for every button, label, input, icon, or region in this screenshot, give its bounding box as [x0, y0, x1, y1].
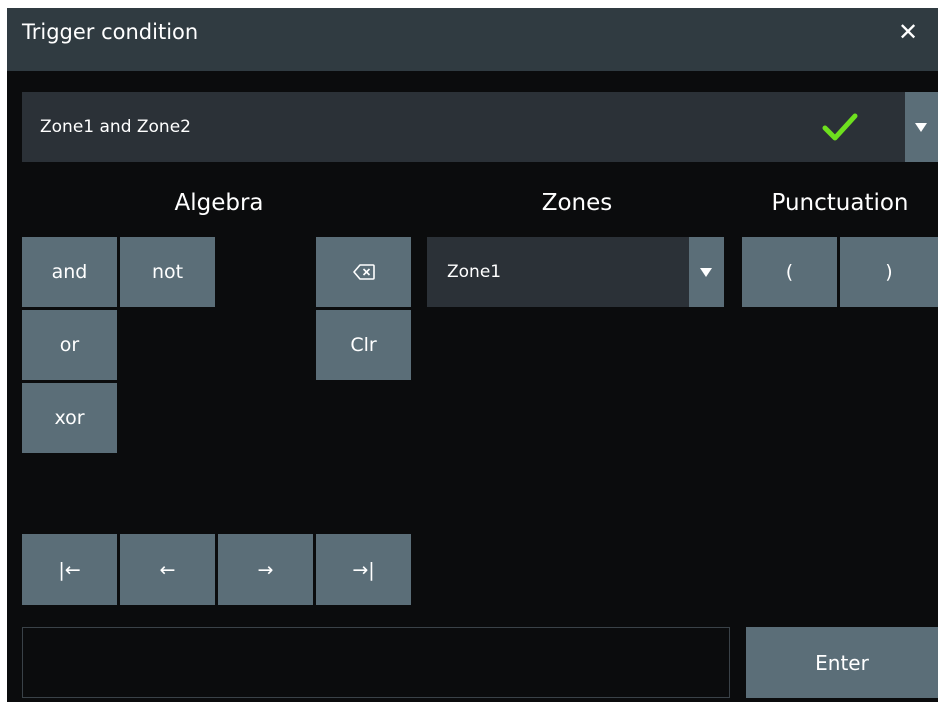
zone-select-value: Zone1 [447, 262, 502, 282]
not-button[interactable]: not [120, 237, 215, 307]
trigger-condition-dialog: Trigger condition ✕ Zone1 and Zone2 Alge… [7, 8, 938, 702]
cursor-right-button[interactable]: → [218, 534, 313, 605]
zone-select-dropdown[interactable] [689, 237, 724, 307]
backspace-button[interactable] [316, 237, 411, 307]
close-paren-button[interactable]: ) [840, 237, 938, 307]
checkmark-icon [822, 113, 858, 141]
cursor-end-button[interactable]: →| [316, 534, 411, 605]
chevron-down-icon [700, 268, 712, 277]
punctuation-heading: Punctuation [771, 190, 909, 216]
cursor-left-button[interactable]: ← [120, 534, 215, 605]
clear-button[interactable]: Clr [316, 310, 411, 380]
zones-heading: Zones [541, 190, 613, 216]
open-paren-button[interactable]: ( [742, 237, 837, 307]
and-button[interactable]: and [22, 237, 117, 307]
condition-text: Zone1 and Zone2 [40, 117, 191, 137]
dialog-title: Trigger condition [22, 20, 199, 44]
title-bar: Trigger condition ✕ [7, 8, 938, 71]
close-icon[interactable]: ✕ [894, 18, 922, 46]
backspace-icon [352, 264, 375, 280]
xor-button[interactable]: xor [22, 383, 117, 453]
condition-history-dropdown[interactable] [905, 92, 938, 162]
condition-display[interactable]: Zone1 and Zone2 [22, 92, 905, 162]
cursor-home-button[interactable]: |← [22, 534, 117, 605]
expression-input[interactable] [22, 627, 730, 698]
chevron-down-icon [915, 123, 927, 132]
algebra-heading: Algebra [174, 190, 264, 216]
zone-select[interactable]: Zone1 [427, 237, 689, 307]
enter-button[interactable]: Enter [746, 627, 938, 698]
or-button[interactable]: or [22, 310, 117, 380]
